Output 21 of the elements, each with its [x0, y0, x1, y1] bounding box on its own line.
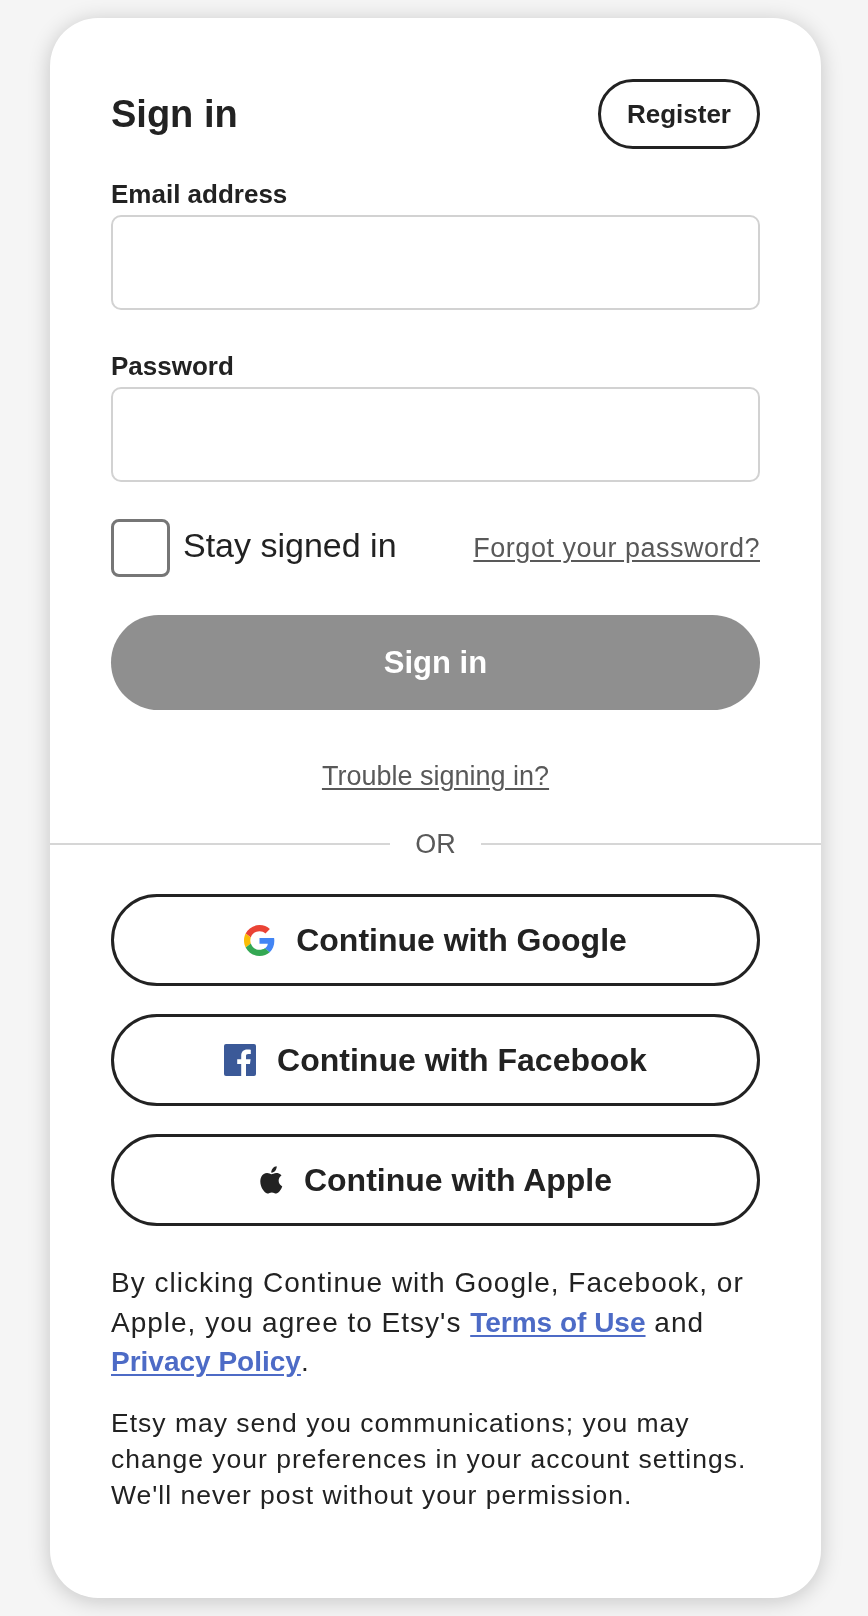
checkbox-label[interactable]: Stay signed in: [183, 525, 397, 571]
forgot-password-link[interactable]: Forgot your password?: [473, 532, 760, 564]
trouble-signing-in-link[interactable]: Trouble signing in?: [321, 760, 550, 792]
terms-of-use-link[interactable]: Terms of Use: [470, 1306, 646, 1338]
apple-icon: [258, 1166, 283, 1194]
divider-label: OR: [414, 828, 457, 860]
page-title: Sign in: [111, 92, 238, 136]
field-label: Password: [111, 350, 234, 382]
facebook-button[interactable]: Continue with Facebook: [111, 1014, 760, 1106]
facebook-icon: [224, 1044, 257, 1076]
input-field[interactable]: [111, 387, 760, 482]
input-field[interactable]: [111, 214, 760, 310]
checkbox[interactable]: [111, 519, 170, 577]
google-button[interactable]: Continue with Google: [111, 894, 760, 986]
google-icon: [244, 924, 276, 956]
legal-text: By clicking Continue with Google, Facebook, or Apple, you agree to Etsy's Terms of Use and Privacy Policy.: [111, 1266, 745, 1379]
notice-text: Etsy may send you communications; you may change your preferences in your account settings. We'll never post without your permission.: [111, 1407, 748, 1512]
field-label: Email address: [111, 177, 288, 210]
register-button[interactable]: Register: [597, 79, 760, 149]
apple-button[interactable]: Continue with Apple: [111, 1134, 760, 1226]
privacy-policy-link[interactable]: Privacy Policy: [111, 1346, 301, 1377]
